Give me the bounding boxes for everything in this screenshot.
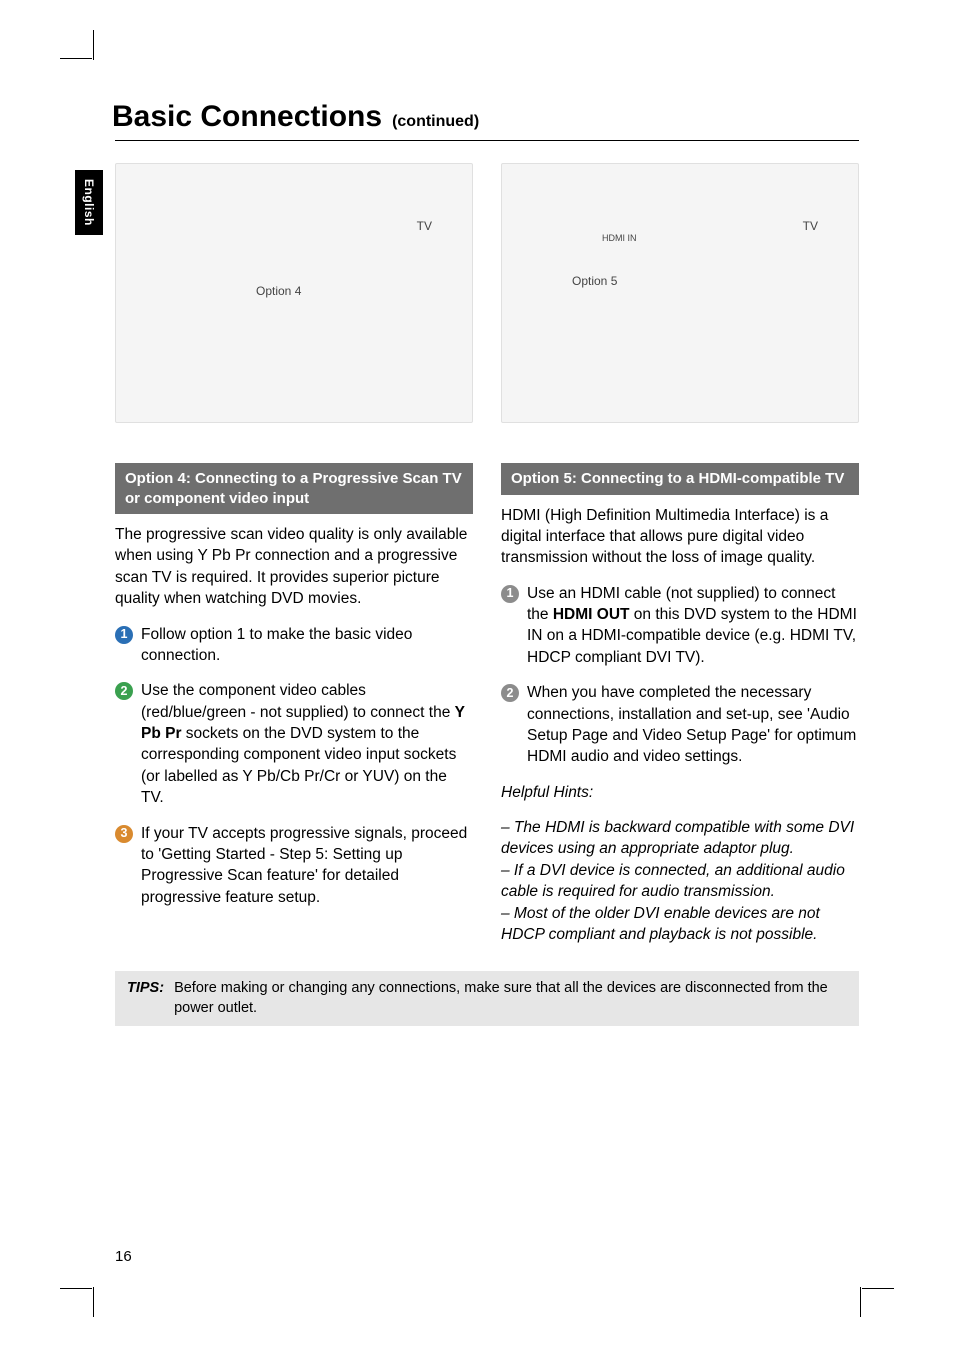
language-tab: English	[75, 170, 103, 235]
page-number: 16	[115, 1248, 132, 1265]
step-text-post: sockets on the DVD system to the corresp…	[141, 725, 456, 806]
page-title: Basic Connections	[112, 100, 382, 134]
crop-mark	[862, 1288, 894, 1289]
illustration-option4: TV Option 4	[115, 163, 473, 423]
hint-2: – If a DVI device is connected, an addit…	[501, 860, 859, 903]
illus-tv-label: TV	[803, 219, 818, 233]
option4-step3: If your TV accepts progressive signals, …	[115, 823, 473, 909]
hint-3: – Most of the older DVI enable devices a…	[501, 903, 859, 946]
option5-subhead: Option 5: Connecting to a HDMI-compatibl…	[501, 463, 859, 495]
illustration-option5: TV Option 5 HDMI IN	[501, 163, 859, 423]
tips-label: TIPS:	[127, 979, 164, 1018]
illus-hdmi-label: HDMI IN	[602, 234, 637, 243]
step-strong: HDMI OUT	[553, 606, 630, 623]
illus-option-label: Option 4	[256, 284, 301, 298]
tips-box: TIPS: Before making or changing any conn…	[115, 971, 859, 1026]
crop-mark	[93, 30, 94, 60]
option4-subhead: Option 4: Connecting to a Progressive Sc…	[115, 463, 473, 514]
right-column: TV Option 5 HDMI IN Option 5: Connecting…	[501, 163, 859, 959]
option5-step2: When you have completed the necessary co…	[501, 682, 859, 768]
tips-text: Before making or changing any connection…	[174, 979, 847, 1018]
crop-mark	[60, 1288, 92, 1289]
page: English Basic Connections (continued) TV…	[0, 0, 954, 1347]
columns: TV Option 4 Option 4: Connecting to a Pr…	[115, 163, 859, 959]
option4-intro: The progressive scan video quality is on…	[115, 524, 473, 610]
left-column: TV Option 4 Option 4: Connecting to a Pr…	[115, 163, 473, 959]
option4-step2: Use the component video cables (red/blue…	[115, 680, 473, 808]
crop-mark	[93, 1287, 94, 1317]
step-text: Follow option 1 to make the basic video …	[141, 626, 412, 664]
hints-title: Helpful Hints:	[501, 782, 859, 803]
step-text: If your TV accepts progressive signals, …	[141, 825, 467, 906]
illus-tv-label: TV	[417, 219, 432, 233]
illus-option-label: Option 5	[572, 274, 617, 288]
option5-step1: Use an HDMI cable (not supplied) to conn…	[501, 583, 859, 669]
option5-intro: HDMI (High Definition Multimedia Interfa…	[501, 505, 859, 569]
hint-1: – The HDMI is backward compatible with s…	[501, 817, 859, 860]
step-text-pre: Use the component video cables (red/blue…	[141, 682, 455, 720]
option4-step1: Follow option 1 to make the basic video …	[115, 624, 473, 667]
crop-mark	[60, 58, 92, 59]
page-heading-row: Basic Connections (continued)	[112, 100, 859, 134]
continued-label: (continued)	[392, 113, 479, 131]
crop-mark	[860, 1287, 861, 1317]
step-text: When you have completed the necessary co…	[527, 684, 856, 765]
heading-rule	[115, 140, 859, 141]
